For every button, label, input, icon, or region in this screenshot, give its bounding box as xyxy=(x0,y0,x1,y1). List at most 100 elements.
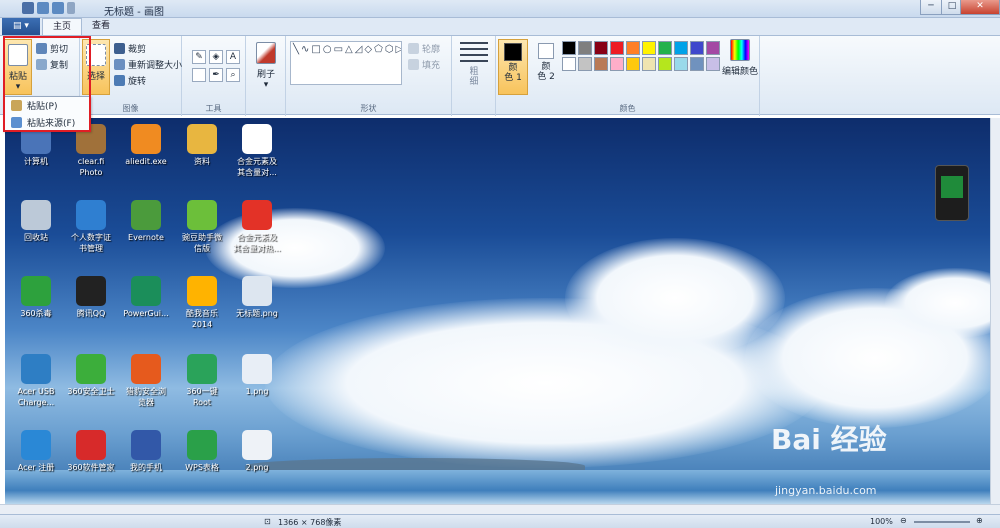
palette-swatch[interactable] xyxy=(594,57,608,71)
outline-button[interactable]: 轮廓 xyxy=(408,42,440,55)
shapes-gallery[interactable]: ╲∿□○▭△◿◇⬠⬡▷◁▽◁✦✧☆✡⬭◯♡⚡ xyxy=(290,41,402,85)
close-button[interactable]: ✕ xyxy=(960,0,1000,15)
app-icon xyxy=(21,354,51,384)
desktop-icon[interactable]: PowerGui... xyxy=(118,276,174,319)
tab-view[interactable]: 查看 xyxy=(82,18,120,36)
color2-button[interactable]: 颜 色 2 xyxy=(532,39,560,95)
color1-label: 颜 色 1 xyxy=(504,63,522,83)
redo-icon[interactable] xyxy=(52,2,64,14)
phone-widget[interactable] xyxy=(935,165,969,221)
save-icon[interactable] xyxy=(22,2,34,14)
canvas-dimensions: 1366 × 768像素 xyxy=(278,518,342,527)
colors-group-label: 颜色 xyxy=(619,104,636,113)
desktop-icon[interactable]: 1.png xyxy=(229,354,285,397)
desktop-icon-label: 资料 xyxy=(194,157,210,166)
palette-swatch[interactable] xyxy=(706,57,720,71)
palette-swatch[interactable] xyxy=(578,41,592,55)
palette-swatch[interactable] xyxy=(690,57,704,71)
crop-label: 裁剪 xyxy=(128,45,147,55)
app-icon xyxy=(242,276,272,306)
app-icon xyxy=(21,276,51,306)
zoom-out-button[interactable]: ⊖ xyxy=(900,516,907,525)
size-button[interactable]: 粗 细 xyxy=(460,42,488,87)
vertical-scrollbar[interactable] xyxy=(990,118,1000,504)
desktop-icon[interactable]: 360一键 Root xyxy=(174,354,230,408)
palette-swatch[interactable] xyxy=(642,41,656,55)
palette-swatch[interactable] xyxy=(626,57,640,71)
fill-icon xyxy=(408,59,419,70)
pencil-icon[interactable]: ✎ xyxy=(192,50,206,64)
minimize-button[interactable]: ─ xyxy=(920,0,942,15)
desktop-icon[interactable]: Acer 注册 xyxy=(8,430,64,473)
desktop-icon[interactable]: 腾讯QQ xyxy=(63,276,119,319)
desktop-icon[interactable]: 360安全卫士 xyxy=(63,354,119,397)
desktop-icon[interactable]: 个人数字证 书管理 xyxy=(63,200,119,254)
zoom-level: 100% xyxy=(870,517,893,526)
palette-swatch[interactable] xyxy=(626,41,640,55)
undo-icon[interactable] xyxy=(37,2,49,14)
fill-bucket-icon[interactable]: ◈ xyxy=(209,50,223,64)
app-icon xyxy=(187,124,217,154)
rotate-button[interactable]: 旋转 xyxy=(114,74,146,87)
desktop-icon[interactable]: 合金元素及 其含量对... xyxy=(229,124,285,178)
tools-group-label: 工具 xyxy=(205,104,222,113)
desktop-icon[interactable]: 360杀毒 xyxy=(8,276,64,319)
palette-swatch[interactable] xyxy=(674,41,688,55)
palette-swatch[interactable] xyxy=(658,57,672,71)
desktop-icon[interactable]: 360软件管家 xyxy=(63,430,119,473)
palette-swatch[interactable] xyxy=(610,57,624,71)
palette-swatch[interactable] xyxy=(578,57,592,71)
palette-swatch[interactable] xyxy=(562,57,576,71)
tools-group: ✎ ◈ A ✒ ⌕ 工具 xyxy=(182,36,246,116)
horizontal-scrollbar[interactable] xyxy=(0,504,1000,514)
desktop-icon[interactable]: 回收站 xyxy=(8,200,64,243)
desktop-icon[interactable]: 酷我音乐 2014 xyxy=(174,276,230,330)
size-label: 粗 细 xyxy=(469,67,479,87)
palette-swatch[interactable] xyxy=(610,41,624,55)
resize-button[interactable]: 重新调整大小 xyxy=(114,58,182,71)
desktop-icon[interactable]: 资料 xyxy=(174,124,230,167)
app-icon xyxy=(131,430,161,460)
crop-button[interactable]: 裁剪 xyxy=(114,42,146,55)
palette-swatch[interactable] xyxy=(642,57,656,71)
app-menu-button[interactable]: ▤ ▾ xyxy=(2,18,40,36)
ribbon-tabs: ▤ ▾ 主页 查看 xyxy=(0,18,1000,36)
customize-qat-icon[interactable] xyxy=(67,2,75,14)
desktop-icon[interactable]: 合金元素及 其含量对热... xyxy=(229,200,285,254)
desktop-icon[interactable]: 2.png xyxy=(229,430,285,473)
brush-icon xyxy=(256,42,276,64)
desktop-icon[interactable]: 我的手机 xyxy=(118,430,174,473)
text-tool-icon[interactable]: A xyxy=(226,50,240,64)
brushes-button[interactable]: 刷子 ▾ xyxy=(251,42,281,90)
desktop-icon-label: 无标题.png xyxy=(236,309,278,318)
eraser-icon[interactable] xyxy=(192,68,206,82)
app-icon xyxy=(21,200,51,230)
desktop-icon[interactable]: 无标题.png xyxy=(229,276,285,319)
tab-home[interactable]: 主页 xyxy=(42,18,83,36)
edit-colors-button[interactable]: 编辑颜色 xyxy=(722,39,758,77)
palette-swatch[interactable] xyxy=(706,41,720,55)
desktop-icon[interactable]: Acer USB Charge... xyxy=(8,354,64,408)
desktop-icon-label: PowerGui... xyxy=(123,309,169,318)
zoom-slider[interactable] xyxy=(914,521,970,523)
drawing-canvas[interactable]: 计算机 clear.fi Photo aliedit.exe 资料 合金元素及 其含量对… xyxy=(5,118,990,504)
crop-icon xyxy=(114,43,125,54)
color1-button[interactable]: 颜 色 1 xyxy=(498,39,528,95)
color1-swatch xyxy=(504,43,522,61)
desktop-icon[interactable]: 豌豆助手微 信版 xyxy=(174,200,230,254)
palette-swatch[interactable] xyxy=(674,57,688,71)
magnifier-icon[interactable]: ⌕ xyxy=(226,68,240,82)
zoom-in-button[interactable]: ⊕ xyxy=(976,516,983,525)
desktop-icon[interactable]: 猎豹安全浏 览器 xyxy=(118,354,174,408)
desktop-icon[interactable]: clear.fi Photo xyxy=(63,124,119,178)
desktop-icon[interactable]: aliedit.exe xyxy=(118,124,174,167)
app-icon xyxy=(131,200,161,230)
desktop-icon[interactable]: Evernote xyxy=(118,200,174,243)
desktop-icon[interactable]: WPS表格 xyxy=(174,430,230,473)
palette-swatch[interactable] xyxy=(690,41,704,55)
fill-button[interactable]: 填充 xyxy=(408,58,440,71)
palette-swatch[interactable] xyxy=(594,41,608,55)
color-picker-icon[interactable]: ✒ xyxy=(209,68,223,82)
palette-swatch[interactable] xyxy=(562,41,576,55)
palette-swatch[interactable] xyxy=(658,41,672,55)
